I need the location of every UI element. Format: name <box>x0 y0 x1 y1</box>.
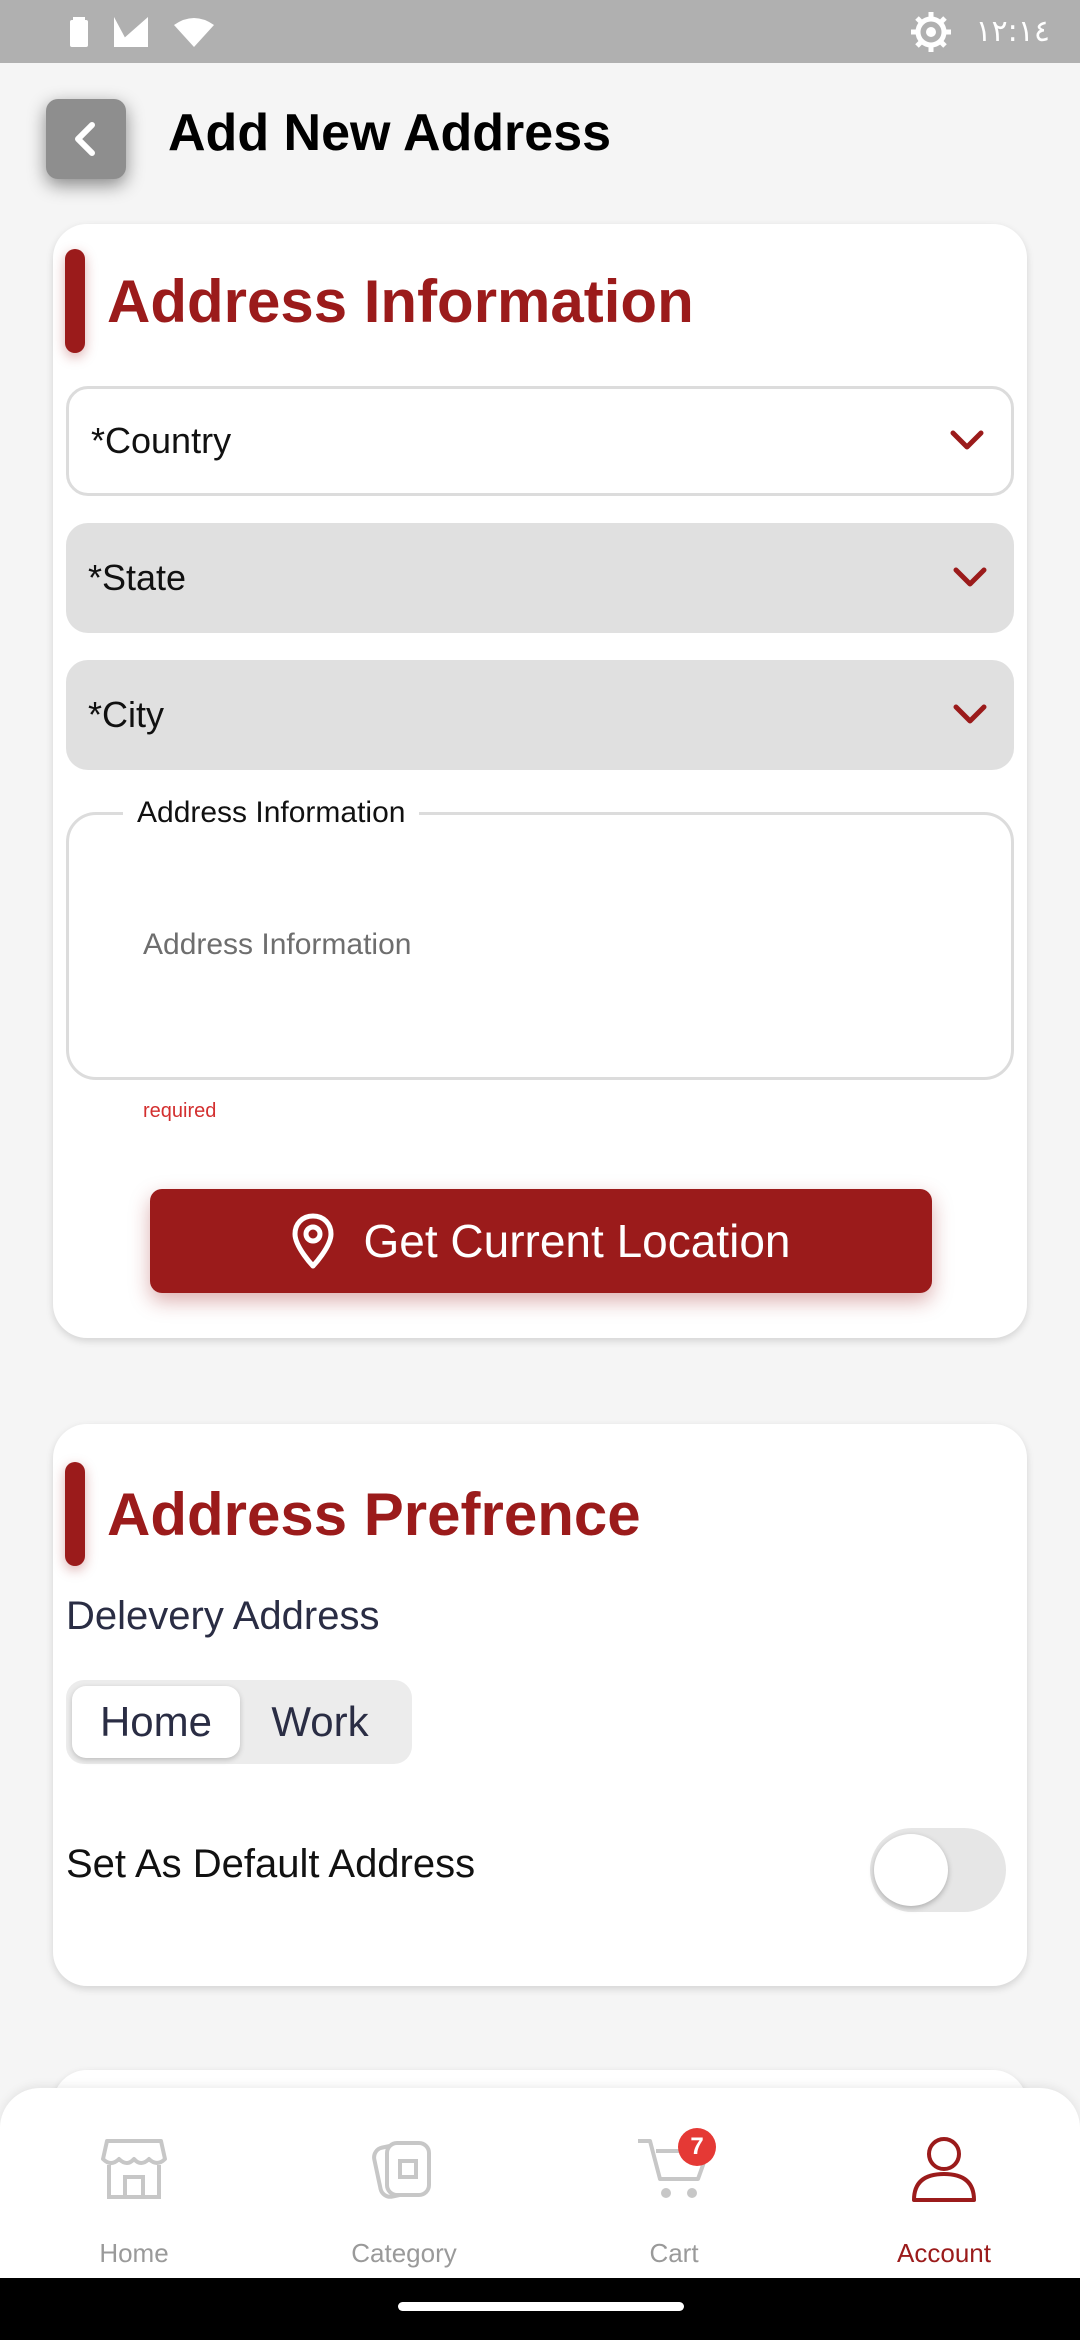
get-current-location-button[interactable]: Get Current Location <box>150 1189 932 1293</box>
segment-work[interactable]: Work <box>240 1686 400 1758</box>
chevron-left-icon <box>75 122 95 156</box>
section-header: Address Information <box>65 249 694 353</box>
section-accent-bar <box>65 249 85 353</box>
city-label: *City <box>88 694 165 735</box>
chevron-down-icon <box>953 567 987 587</box>
nav-category[interactable]: Category <box>304 2128 504 2269</box>
delivery-address-label: Delevery Address <box>66 1594 380 1638</box>
address-information-card: Address Information *Country *State *Cit… <box>53 224 1027 1338</box>
category-icon <box>372 2141 431 2199</box>
user-icon <box>912 2137 976 2202</box>
nav-account-label: Account <box>897 2238 991 2268</box>
toggle-knob <box>874 1834 948 1906</box>
state-label: *State <box>88 557 187 598</box>
section-title: Address Prefrence <box>107 1480 641 1548</box>
address-type-segmented-control: Home Work <box>66 1680 412 1764</box>
address-field-legend: Address Information <box>123 796 420 830</box>
nav-category-label: Category <box>351 2238 457 2268</box>
chevron-down-icon <box>950 430 984 450</box>
settings-gear-icon <box>911 11 952 52</box>
signal-icon <box>114 16 148 47</box>
app-header: Add New Address <box>0 63 1080 209</box>
battery-icon <box>70 16 88 47</box>
address-field-placeholder: Address Information <box>143 928 412 961</box>
nav-account[interactable]: Account <box>844 2128 1044 2269</box>
country-label: *Country <box>91 420 232 461</box>
nav-home[interactable]: Home <box>34 2128 234 2269</box>
store-icon <box>101 2139 167 2199</box>
map-pin-icon <box>292 1213 334 1269</box>
section-title: Address Information <box>107 267 694 335</box>
status-bar: ١٢:١٤ <box>0 0 1080 63</box>
address-error-text: required <box>143 1100 217 1122</box>
page-title: Add New Address <box>168 104 612 162</box>
default-address-label: Set As Default Address <box>66 1842 476 1886</box>
segment-home[interactable]: Home <box>72 1686 240 1758</box>
cart-badge: 7 <box>678 2128 716 2166</box>
section-accent-bar <box>65 1462 85 1566</box>
chevron-down-icon <box>953 704 987 724</box>
status-icons-right: ١٢:١٤ <box>911 11 1050 52</box>
default-address-toggle[interactable] <box>870 1828 1006 1912</box>
nav-cart-label: Cart <box>649 2238 699 2268</box>
country-select[interactable]: *Country <box>66 386 1014 496</box>
back-button[interactable] <box>46 99 126 179</box>
status-time: ١٢:١٤ <box>975 14 1050 49</box>
bottom-navigation: Home Category 7 Cart Account <box>0 2088 1080 2278</box>
state-select[interactable]: *State <box>66 523 1014 633</box>
wifi-icon <box>174 17 214 47</box>
address-preference-card: Address Prefrence Delevery Address Home … <box>53 1424 1027 1986</box>
nav-home-label: Home <box>99 2238 169 2268</box>
section-header: Address Prefrence <box>65 1462 641 1566</box>
location-button-label: Get Current Location <box>363 1215 791 1267</box>
home-indicator[interactable] <box>398 2302 684 2311</box>
city-select[interactable]: *City <box>66 660 1014 770</box>
nav-cart[interactable]: 7 Cart <box>574 2128 774 2269</box>
status-icons-left <box>70 16 214 47</box>
